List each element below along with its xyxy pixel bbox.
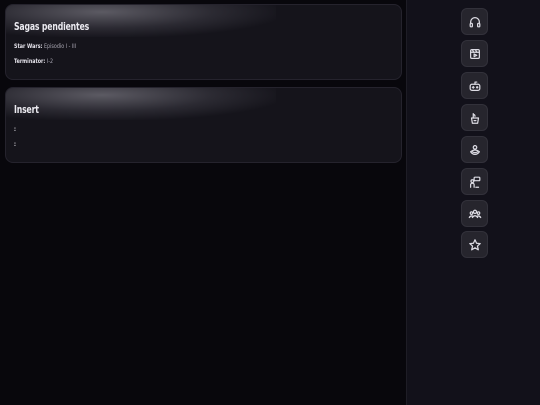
headphones-icon bbox=[469, 16, 480, 27]
group-button[interactable] bbox=[461, 200, 488, 227]
card-title: Insert bbox=[14, 104, 39, 116]
headphones-button[interactable] bbox=[461, 8, 488, 35]
gamepad-button[interactable] bbox=[461, 72, 488, 99]
cake-button[interactable] bbox=[461, 136, 488, 163]
plant-button[interactable] bbox=[461, 104, 488, 131]
list-item: Star Wars: Episodio I - III bbox=[14, 42, 76, 50]
group-icon bbox=[468, 209, 481, 218]
item-value: I-2 bbox=[45, 57, 54, 65]
star-icon bbox=[468, 238, 481, 250]
list-item: Terminator: I-2 bbox=[14, 57, 53, 65]
film-icon bbox=[469, 48, 480, 59]
cake-icon bbox=[469, 144, 480, 155]
item-key: Terminator: bbox=[14, 57, 46, 65]
insert-card: Insert : : bbox=[5, 87, 402, 163]
card-title: Sagas pendientes bbox=[14, 21, 90, 33]
item-key: : bbox=[14, 125, 16, 133]
list-item: : bbox=[14, 125, 16, 133]
speech-button[interactable] bbox=[461, 168, 488, 195]
sagas-card: Sagas pendientes Star Wars: Episodio I -… bbox=[5, 4, 402, 80]
app: Sagas pendientes Star Wars: Episodio I -… bbox=[0, 0, 540, 405]
main-content: Sagas pendientes Star Wars: Episodio I -… bbox=[0, 0, 406, 405]
plant-pot-icon bbox=[470, 112, 479, 124]
gamepad-icon bbox=[469, 80, 480, 91]
film-button[interactable] bbox=[461, 40, 488, 67]
star-button[interactable] bbox=[461, 231, 488, 258]
sidebar bbox=[406, 0, 540, 405]
item-key: : bbox=[14, 140, 16, 148]
item-value: Episodio I - III bbox=[42, 42, 77, 50]
speech-bubble-icon bbox=[469, 176, 480, 188]
item-key: Star Wars: bbox=[14, 42, 43, 50]
list-item: : bbox=[14, 140, 16, 148]
